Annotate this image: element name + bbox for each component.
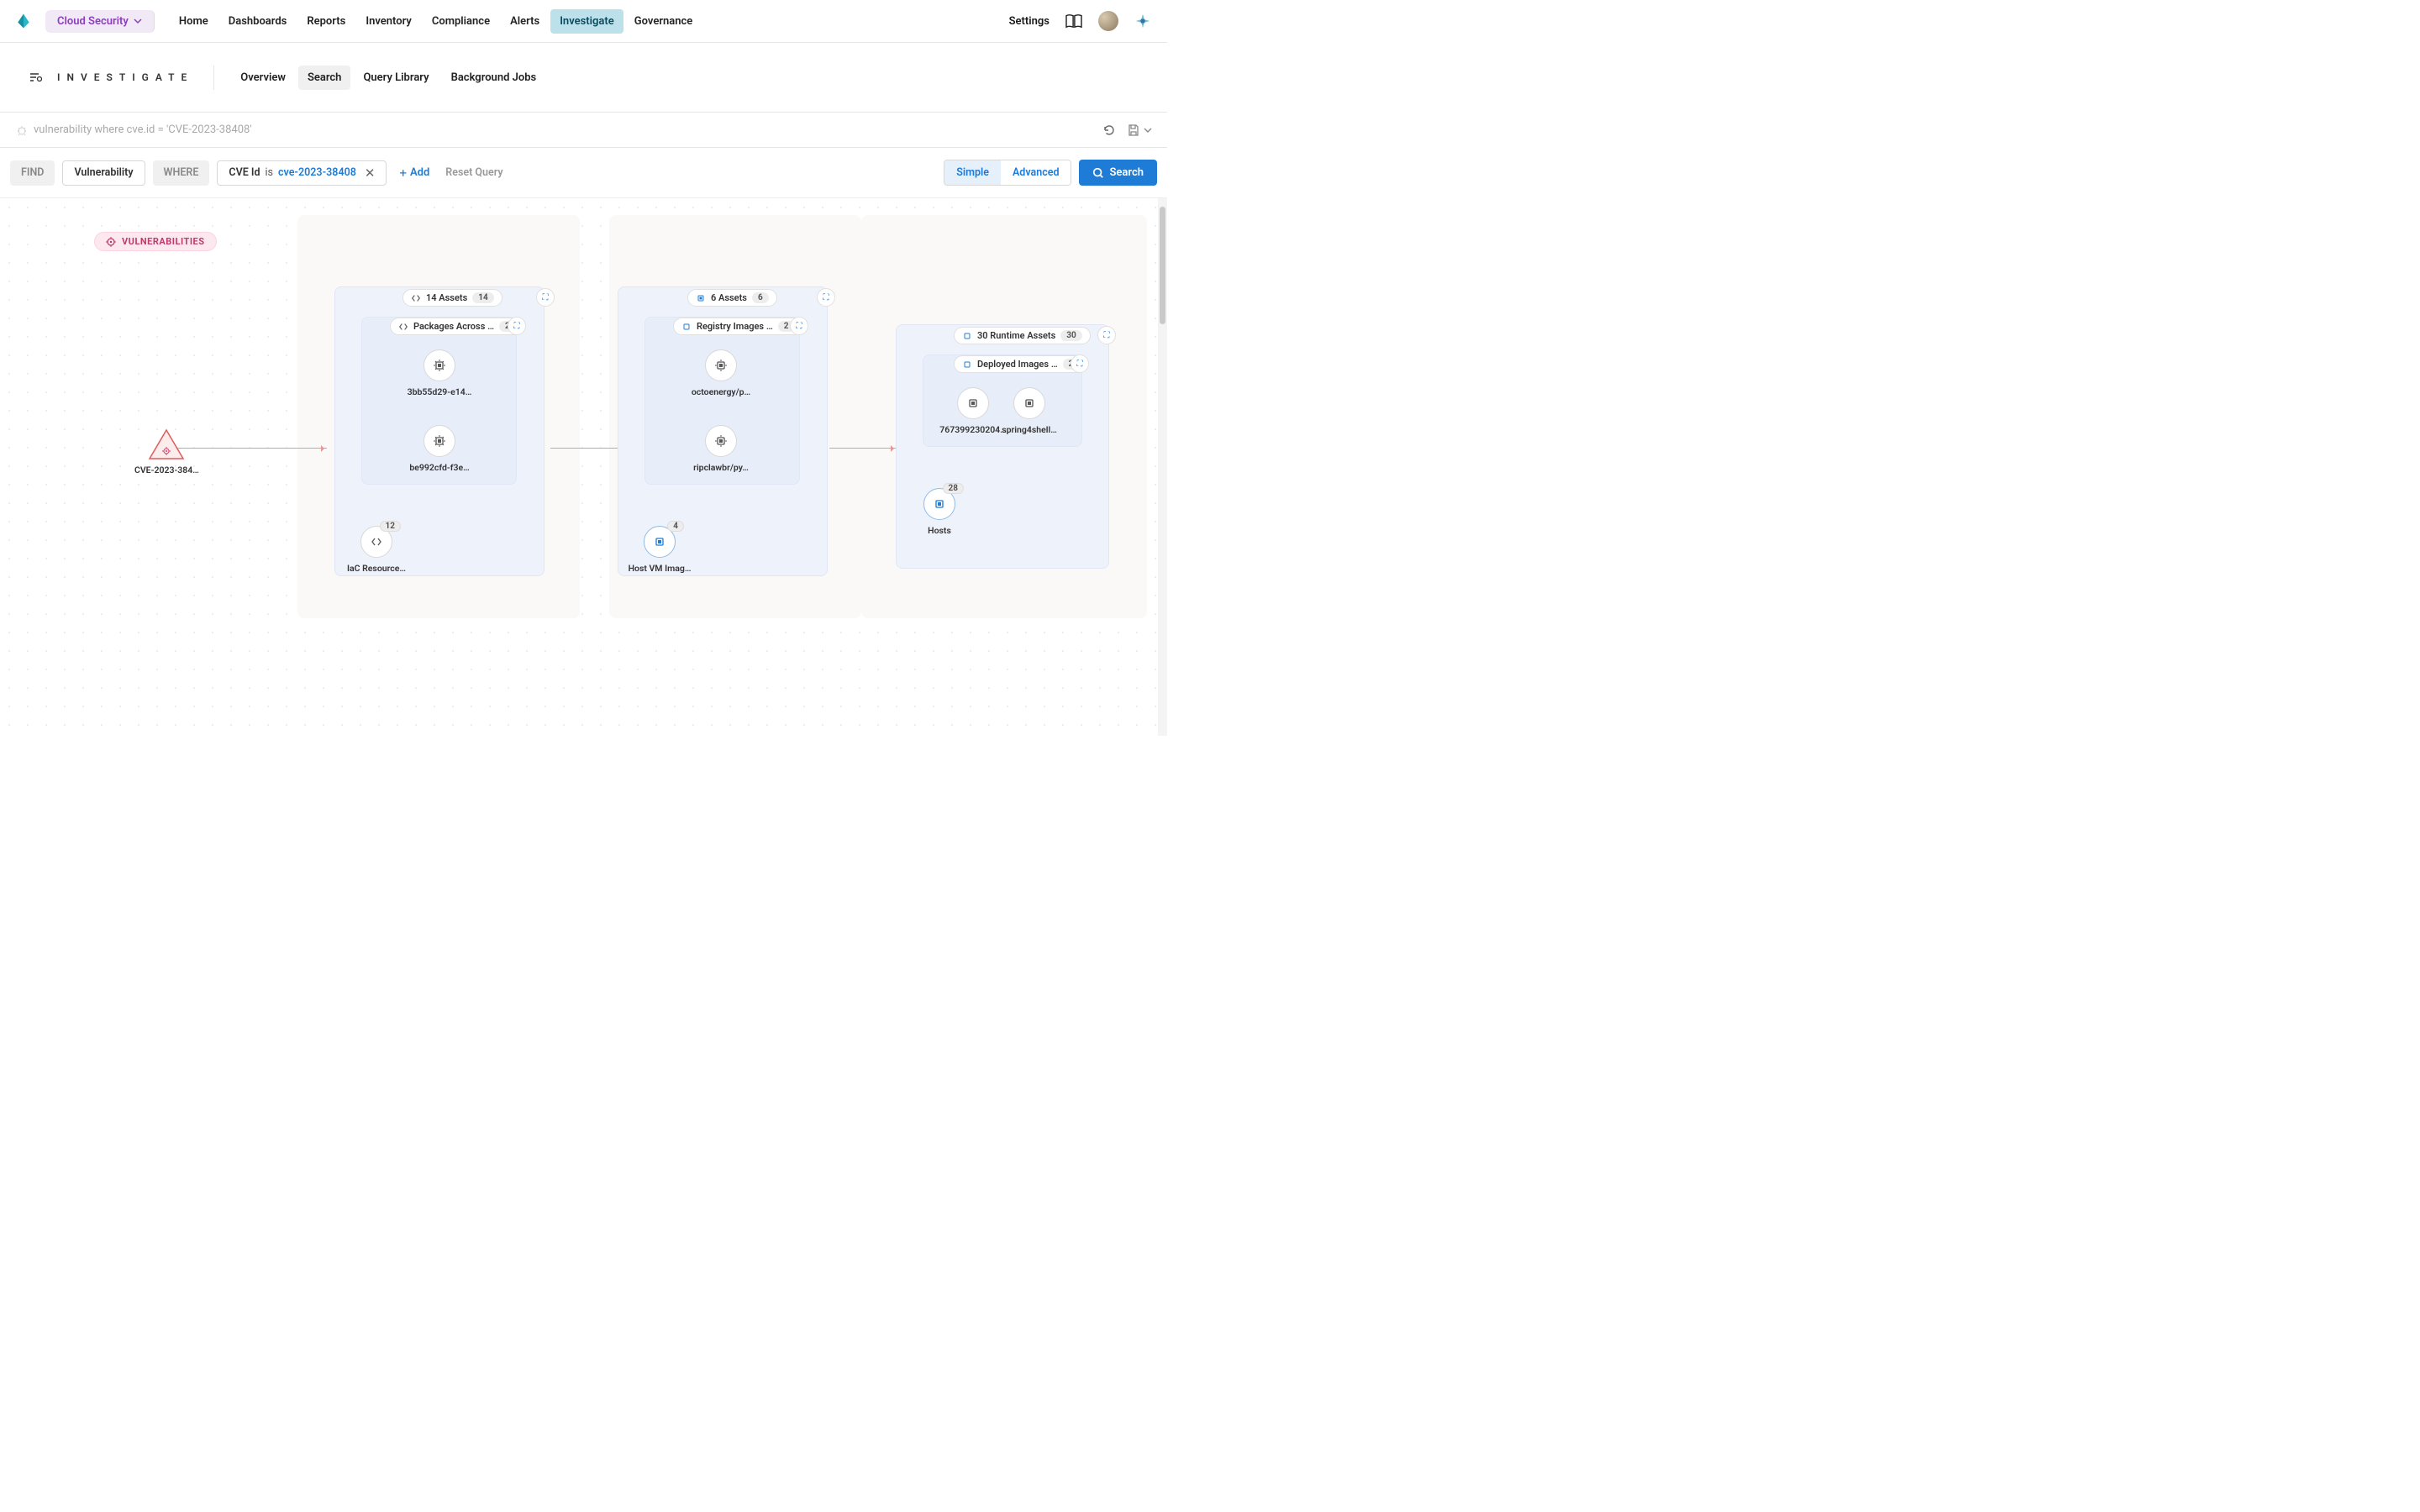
condition-value: cve-2023-38408	[278, 166, 356, 179]
cpu-icon	[696, 293, 706, 303]
nav-governance[interactable]: Governance	[625, 9, 702, 34]
pill-run-deployed[interactable]: Deployed Images … 2	[954, 355, 1087, 373]
collapse-run-runtime[interactable]: ⛶	[1097, 326, 1116, 344]
node-host-vm-images[interactable]: 4 Host VM Imag…	[630, 526, 689, 574]
node-deploy-img-2[interactable]: ripclawbr/py…	[692, 425, 750, 473]
save-chevron-icon[interactable]	[1144, 126, 1152, 134]
page-title: INVESTIGATE	[57, 71, 193, 83]
vulnerability-node[interactable]: CVE-2023-384…	[134, 428, 199, 475]
collapse-deploy-assets[interactable]: ⛶	[817, 288, 835, 307]
query-string: vulnerability where cve.id = 'CVE-2023-3…	[34, 123, 252, 136]
product-switcher[interactable]: Cloud Security	[45, 10, 155, 33]
cpu-icon	[433, 359, 446, 372]
cpu-icon	[681, 322, 692, 332]
collapse-code-packages[interactable]: ⛶	[508, 317, 526, 335]
cpu-icon	[714, 434, 728, 448]
undo-icon[interactable]	[1102, 123, 1115, 137]
brand-logo-icon	[15, 13, 32, 29]
plus-icon: +	[399, 165, 407, 181]
primary-nav: Home Dashboards Reports Inventory Compli…	[170, 9, 702, 34]
nav-inventory[interactable]: Inventory	[356, 9, 421, 34]
settings-link[interactable]: Settings	[1009, 15, 1050, 28]
mode-advanced[interactable]: Advanced	[1001, 160, 1071, 185]
search-icon	[1092, 167, 1104, 179]
code-icon	[398, 322, 408, 332]
condition-field: CVE Id	[229, 166, 260, 179]
node-code-pkg-1[interactable]: 3bb55d29-e14…	[410, 349, 469, 397]
keyword-where: WHERE	[153, 160, 210, 186]
product-name: Cloud Security	[57, 15, 129, 28]
tab-background-jobs[interactable]: Background Jobs	[442, 66, 546, 90]
tab-search[interactable]: Search	[298, 66, 351, 90]
search-label: Search	[1109, 166, 1144, 179]
code-icon	[371, 536, 382, 548]
vuln-node-label: CVE-2023-384…	[134, 465, 199, 475]
condition-operator: is	[266, 166, 274, 179]
remove-condition-icon[interactable]: ✕	[365, 165, 376, 181]
pill-deploy-assets[interactable]: 6 Assets 6	[687, 289, 777, 307]
user-avatar[interactable]	[1098, 11, 1118, 31]
vertical-scrollbar[interactable]	[1158, 198, 1167, 736]
nav-investigate[interactable]: Investigate	[550, 9, 623, 34]
node-iac-resources[interactable]: 12 IaC Resource…	[347, 526, 406, 574]
nav-dashboards[interactable]: Dashboards	[219, 9, 297, 34]
cpu-icon	[962, 360, 972, 370]
mode-toggle: Simple Advanced	[944, 160, 1071, 186]
cpu-icon	[653, 535, 666, 549]
reset-query-button[interactable]: Reset Query	[445, 166, 502, 179]
mode-simple[interactable]: Simple	[944, 160, 1001, 185]
node-hosts[interactable]: 28 Hosts	[910, 488, 969, 536]
add-condition-button[interactable]: + Add	[399, 165, 429, 181]
collapse-run-deployed[interactable]: ⛶	[1071, 354, 1089, 373]
sub-nav: Overview Search Query Library Background…	[213, 66, 545, 90]
cpu-icon	[966, 396, 980, 410]
keyword-find: FIND	[10, 160, 55, 186]
code-icon	[411, 293, 421, 303]
entity-chip[interactable]: Vulnerability	[62, 160, 145, 186]
node-run-img-1[interactable]: 767399230204…	[944, 387, 1002, 435]
cpu-icon	[433, 434, 446, 448]
target-icon	[106, 237, 116, 247]
pill-run-runtime[interactable]: 30 Runtime Assets 30	[954, 327, 1091, 344]
save-icon[interactable]	[1127, 123, 1140, 137]
collapse-deploy-registry[interactable]: ⛶	[790, 317, 808, 335]
chevron-down-icon	[134, 17, 142, 25]
node-deploy-img-1[interactable]: octoenergy/p…	[692, 349, 750, 397]
pill-code-packages[interactable]: Packages Across … 2	[390, 318, 524, 335]
cpu-icon	[962, 331, 972, 341]
sparkle-icon[interactable]	[1134, 12, 1152, 30]
tab-overview[interactable]: Overview	[231, 66, 295, 90]
arrow-3	[829, 448, 897, 449]
cpu-icon	[933, 497, 946, 511]
nav-compliance[interactable]: Compliance	[423, 9, 499, 34]
nav-reports[interactable]: Reports	[297, 9, 355, 34]
condition-chip[interactable]: CVE Id is cve-2023-38408 ✕	[217, 160, 387, 186]
filter-icon[interactable]	[29, 71, 42, 84]
node-run-img-2[interactable]: spring4shell…	[1000, 387, 1059, 435]
search-button[interactable]: Search	[1079, 160, 1157, 186]
docs-icon[interactable]	[1065, 13, 1083, 29]
alert-triangle-icon	[147, 428, 186, 461]
pill-deploy-registry[interactable]: Registry Images … 2	[673, 318, 803, 335]
tab-query-library[interactable]: Query Library	[354, 66, 438, 90]
collapse-code-assets[interactable]: ⛶	[536, 288, 555, 307]
nav-alerts[interactable]: Alerts	[501, 9, 549, 34]
scroll-thumb[interactable]	[1160, 207, 1165, 324]
cpu-icon	[1023, 396, 1036, 410]
cpu-icon	[714, 359, 728, 372]
add-label: Add	[410, 166, 429, 179]
pill-code-assets[interactable]: 14 Assets 14	[402, 289, 502, 307]
node-code-pkg-2[interactable]: be992cfd-f3e…	[410, 425, 469, 473]
stage-vulnerabilities: VULNERABILITIES	[94, 232, 217, 251]
graph-canvas[interactable]: VULNERABILITIES CODE & BUILD DEPLOY RUN …	[0, 198, 1167, 736]
bug-icon	[15, 123, 29, 137]
nav-home[interactable]: Home	[170, 9, 218, 34]
